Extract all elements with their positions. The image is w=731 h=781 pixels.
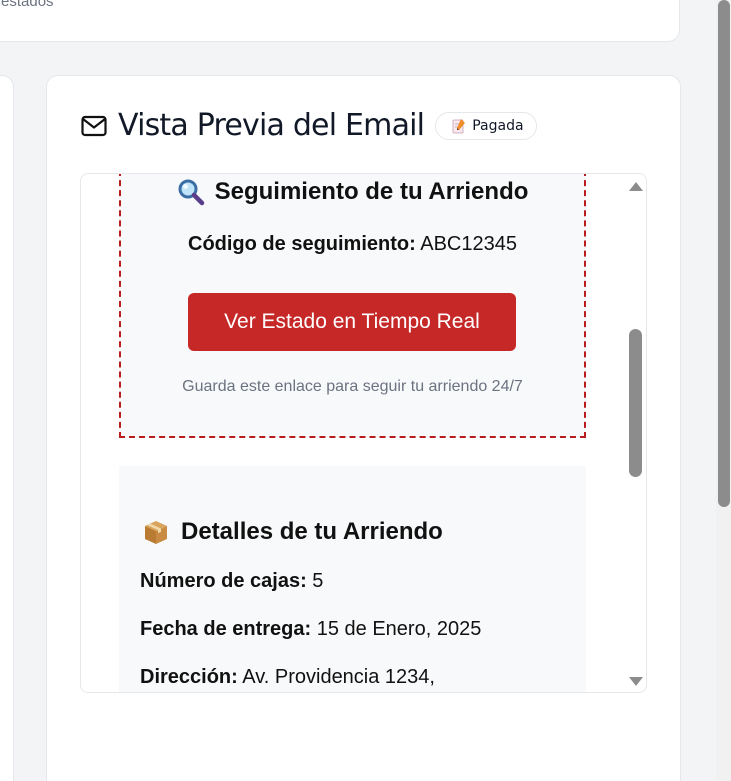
preview-scrollbar[interactable] [624,174,646,692]
tracking-note: Guarda este enlace para seguir tu arrien… [182,378,523,395]
tracking-code-value: ABC12345 [420,233,517,255]
details-title: Detalles de tu Arriendo [143,518,443,546]
detail-label: Fecha de entrega: [140,618,312,640]
detail-value: 15 de Enero, 2025 [316,618,482,640]
package-icon [145,521,167,544]
top-card: estados [0,0,680,42]
detail-row: Número de cajas: 5 [140,570,323,593]
detail-row: Fecha de entrega: 15 de Enero, 2025 [140,618,481,641]
status-badge-label: Pagada [472,117,524,134]
details-section: Detalles de tu Arriendo Número de cajas:… [119,466,586,692]
view-status-button[interactable]: Ver Estado en Tiempo Real [188,293,516,351]
top-card-text: estados [1,0,54,10]
page-title: Vista Previa del Email [118,108,425,143]
tracking-section: Seguimiento de tu Arriendo Código de seg… [119,174,586,438]
left-card [0,75,14,781]
preview-header: Vista Previa del Email Pagada [81,108,537,143]
page-scrollbar[interactable] [716,0,731,781]
page-scrollbar-thumb[interactable] [718,0,730,507]
detail-label: Número de cajas: [140,570,307,592]
tracking-code-label: Código de seguimiento: [188,233,416,255]
detail-value: Av. Providencia 1234, [242,666,435,688]
detail-label: Dirección: [140,666,238,688]
status-badge: Pagada [435,111,537,140]
preview-scrollbar-thumb[interactable] [629,329,642,477]
email-preview-frame[interactable]: Seguimiento de tu Arriendo Código de seg… [80,173,647,693]
scroll-up-arrow-icon[interactable] [629,182,643,191]
mail-icon [81,115,107,136]
scroll-down-arrow-icon[interactable] [629,677,643,686]
magnifier-icon [178,179,204,206]
details-title-text: Detalles de tu Arriendo [181,518,443,545]
tracking-code: Código de seguimiento: ABC12345 [121,233,584,256]
detail-value: 5 [312,570,324,592]
memo-icon [452,118,466,133]
email-preview-card: Vista Previa del Email Pagada Seguimient… [46,75,681,781]
tracking-title: Seguimiento de tu Arriendo [121,178,584,206]
detail-row: Dirección: Av. Providencia 1234, [140,666,435,689]
tracking-title-text: Seguimiento de tu Arriendo [214,178,529,205]
